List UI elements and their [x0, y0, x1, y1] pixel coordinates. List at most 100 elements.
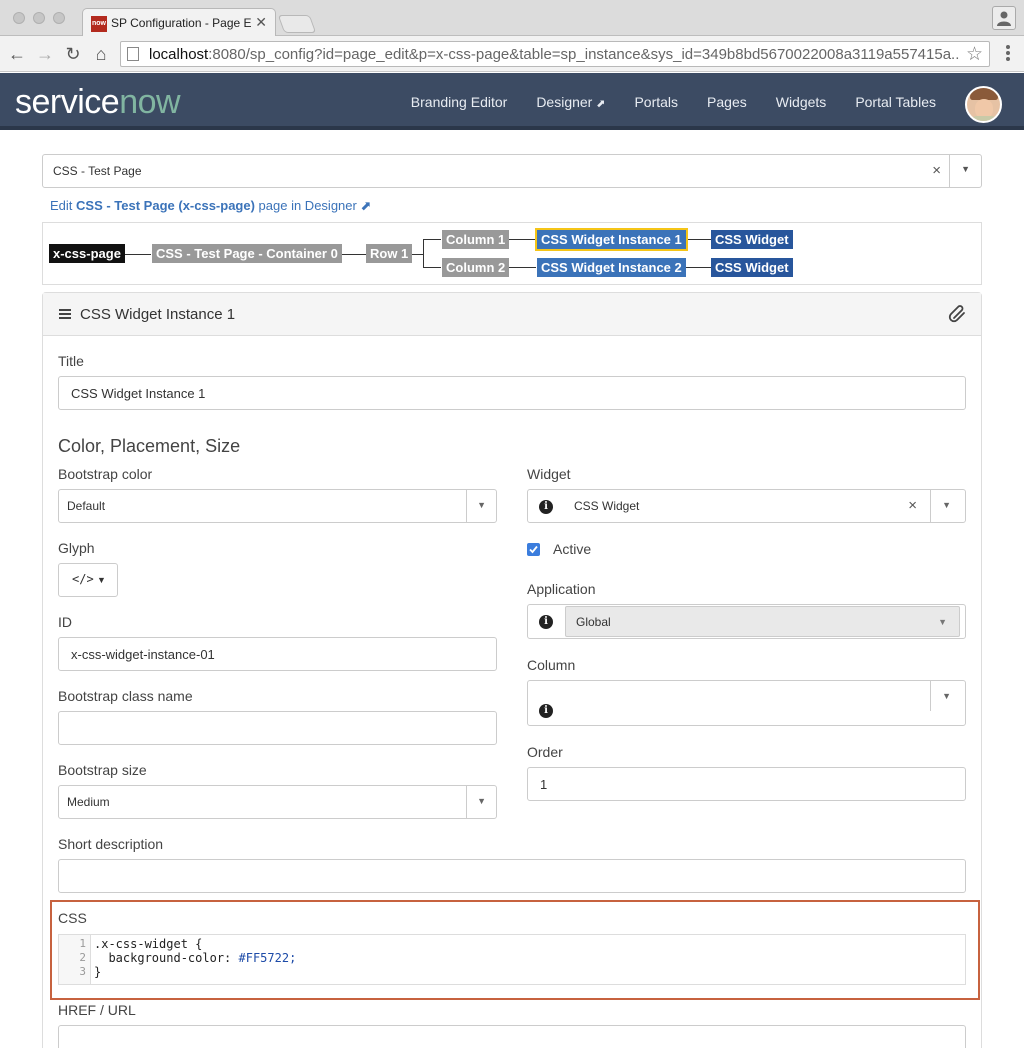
href-url-label: HREF / URL — [58, 1002, 136, 1018]
css-code-editor[interactable]: 1 2 3 .x-css-widget { background-color: … — [58, 934, 966, 985]
info-icon[interactable]: i — [539, 615, 553, 629]
chevron-down-icon: ▼ — [477, 796, 486, 806]
href-url-input[interactable] — [58, 1025, 966, 1048]
chevron-down-icon: ▼ — [97, 575, 106, 585]
order-input[interactable]: 1 — [527, 767, 966, 801]
tree-node-row[interactable]: Row 1 — [366, 244, 413, 263]
info-icon[interactable]: i — [539, 500, 553, 514]
logo-now-text: now — [119, 83, 181, 121]
glyph-picker-button[interactable]: </> ▼ — [58, 563, 118, 597]
panel-header: CSS Widget Instance 1 — [43, 293, 981, 336]
application-value: Global — [576, 615, 611, 629]
page-select-value: CSS - Test Page — [53, 164, 142, 178]
tree-node-page[interactable]: x-css-page — [49, 244, 125, 263]
id-label: ID — [58, 614, 72, 630]
code-line: background-color: #FF5722; — [94, 951, 297, 965]
title-input-value: CSS Widget Instance 1 — [71, 386, 206, 401]
bookmark-star-icon[interactable]: ☆ — [966, 43, 983, 66]
reload-icon[interactable]: ↻ — [62, 43, 84, 65]
widget-select[interactable]: i CSS Widget × ▼ — [527, 489, 966, 523]
tree-node-instance-2[interactable]: CSS Widget Instance 2 — [537, 258, 686, 277]
home-icon[interactable]: ⌂ — [90, 43, 112, 65]
bootstrap-size-label: Bootstrap size — [58, 762, 147, 778]
chevron-down-icon[interactable]: ▼ — [961, 164, 970, 174]
servicenow-logo[interactable]: servicenow — [15, 83, 181, 122]
tree-node-instance-1[interactable]: CSS Widget Instance 1 — [535, 228, 688, 251]
nav-branding-editor[interactable]: Branding Editor — [411, 94, 508, 110]
forward-arrow-icon[interactable]: → — [34, 43, 56, 65]
title-input[interactable]: CSS Widget Instance 1 — [58, 376, 966, 410]
code-glyph-icon: </> — [72, 572, 94, 586]
edit-link-page-name: CSS - Test Page (x-css-page) — [76, 198, 255, 213]
url-path: :8080/sp_config?id=page_edit&p=x-css-pag… — [208, 46, 959, 63]
window-minimize-button[interactable] — [33, 12, 45, 24]
window-close-button[interactable] — [13, 12, 25, 24]
tree-node-column-1[interactable]: Column 1 — [442, 230, 510, 249]
widget-value: CSS Widget — [574, 499, 640, 513]
browser-profile-button[interactable] — [992, 6, 1016, 30]
nav-portals[interactable]: Portals — [634, 94, 678, 110]
active-checkbox[interactable] — [527, 543, 540, 556]
title-label: Title — [58, 353, 84, 369]
portal-header: servicenow Branding Editor Designer ⬈ Po… — [0, 73, 1024, 130]
browser-tab[interactable]: now SP Configuration - Page Ed ✕ — [82, 8, 276, 37]
bootstrap-size-select[interactable]: Medium ▼ — [58, 785, 497, 819]
edit-in-designer-link[interactable]: Edit CSS - Test Page (x-css-page) page i… — [50, 198, 371, 214]
tree-node-container[interactable]: CSS - Test Page - Container 0 — [152, 244, 342, 263]
application-select-readonly: Global ▼ — [565, 606, 960, 637]
active-label: Active — [553, 541, 592, 557]
chevron-down-icon: ▼ — [938, 617, 947, 627]
line-number-gutter: 1 2 3 — [59, 935, 91, 984]
tab-close-icon[interactable]: ✕ — [255, 14, 267, 31]
page-select[interactable]: CSS - Test Page × ▼ — [42, 154, 982, 188]
application-select[interactable]: i Global ▼ — [527, 604, 966, 639]
nav-widgets[interactable]: Widgets — [776, 94, 827, 110]
id-input[interactable]: x-css-widget-instance-01 — [58, 637, 497, 671]
id-input-value: x-css-widget-instance-01 — [71, 647, 215, 662]
column-label: Column — [527, 657, 576, 673]
tree-node-column-2[interactable]: Column 2 — [442, 258, 510, 277]
bootstrap-size-value: Medium — [67, 795, 110, 809]
glyph-label: Glyph — [58, 540, 95, 556]
window-zoom-button[interactable] — [53, 12, 65, 24]
url-text[interactable]: localhost:8080/sp_config?id=page_edit&p=… — [149, 46, 959, 63]
section-title: Color, Placement, Size — [58, 436, 241, 456]
browser-tabstrip: now SP Configuration - Page Ed ✕ — [0, 0, 1024, 37]
logo-service-text: service — [15, 83, 120, 121]
line-number: 1 — [79, 937, 86, 950]
short-description-input[interactable] — [58, 859, 966, 893]
address-bar[interactable]: localhost:8080/sp_config?id=page_edit&p=… — [120, 41, 990, 67]
tree-node-widget-2[interactable]: CSS Widget — [711, 258, 793, 277]
browser-toolbar: ← → ↻ ⌂ localhost:8080/sp_config?id=page… — [0, 36, 1024, 72]
nav-portal-tables[interactable]: Portal Tables — [855, 94, 936, 110]
chevron-down-icon: ▼ — [942, 691, 951, 701]
bootstrap-class-input[interactable] — [58, 711, 497, 745]
line-number: 3 — [79, 965, 86, 978]
order-label: Order — [527, 744, 563, 760]
hamburger-menu-icon[interactable] — [59, 309, 71, 321]
nav-pages[interactable]: Pages — [707, 94, 747, 110]
external-link-icon: ⬈ — [360, 198, 372, 213]
nav-designer[interactable]: Designer ⬈ — [536, 94, 605, 110]
widget-label: Widget — [527, 466, 571, 482]
info-icon[interactable]: i — [539, 704, 553, 718]
external-link-icon: ⬈ — [596, 98, 606, 110]
panel-title: CSS Widget Instance 1 — [80, 306, 236, 323]
browser-menu-icon[interactable] — [1000, 45, 1016, 63]
servicenow-favicon-icon: now — [91, 16, 107, 32]
paperclip-icon[interactable] — [948, 304, 968, 327]
check-icon — [529, 545, 538, 554]
back-arrow-icon[interactable]: ← — [6, 43, 28, 65]
column-select[interactable]: i ▼ — [527, 680, 966, 726]
order-value: 1 — [540, 777, 548, 792]
user-avatar[interactable] — [965, 86, 1002, 123]
tree-node-widget-1[interactable]: CSS Widget — [711, 230, 793, 249]
person-icon — [997, 11, 1011, 26]
new-tab-button[interactable] — [277, 15, 317, 33]
line-number: 2 — [79, 951, 86, 964]
bootstrap-color-value: Default — [67, 499, 106, 513]
url-host: localhost — [149, 46, 209, 63]
clear-icon[interactable]: × — [932, 162, 941, 179]
clear-icon[interactable]: × — [908, 497, 917, 514]
bootstrap-color-select[interactable]: Default ▼ — [58, 489, 497, 523]
